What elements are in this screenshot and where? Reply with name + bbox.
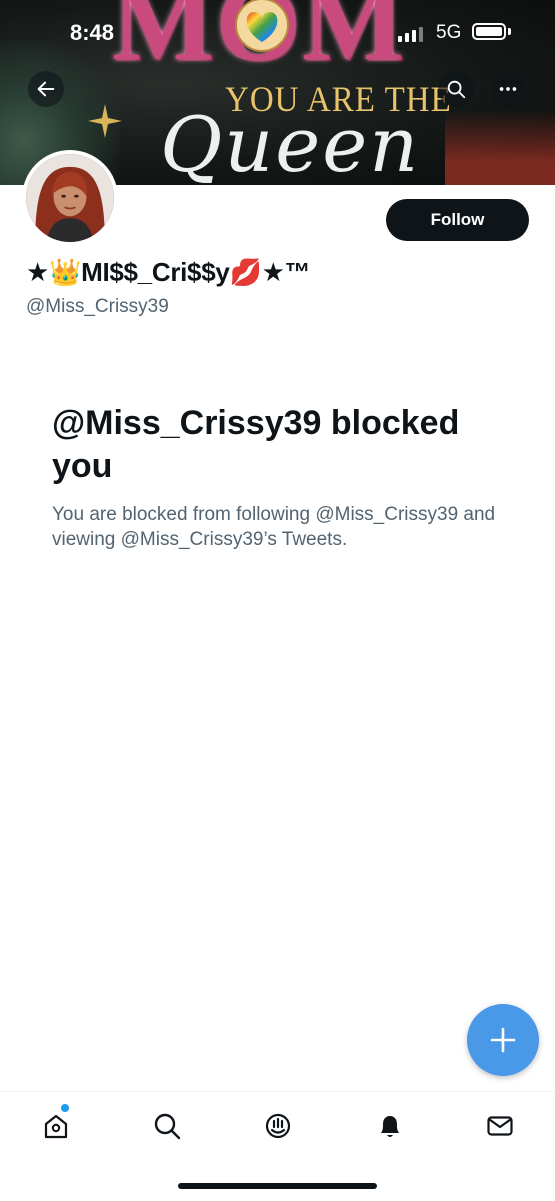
arrow-left-icon: [37, 81, 55, 97]
home-indicator[interactable]: [178, 1183, 377, 1189]
plus-icon: [490, 1027, 516, 1053]
search-icon: [154, 1113, 181, 1140]
more-icon: [499, 87, 517, 91]
battery-icon: [472, 23, 506, 40]
tab-notifications[interactable]: [370, 1106, 410, 1146]
notifications-icon: [381, 1116, 399, 1137]
tab-messages[interactable]: [480, 1106, 520, 1146]
home-icon: [44, 1114, 68, 1139]
search-icon: [447, 80, 466, 99]
avatar[interactable]: [22, 150, 118, 246]
compose-button[interactable]: [467, 1004, 539, 1076]
banner-queen-text: Queen: [160, 100, 421, 185]
display-name: ★👑MI$$_Cri$$y💋★™: [26, 257, 311, 287]
spaces-icon: [265, 1113, 291, 1139]
search-button[interactable]: [438, 71, 474, 107]
status-bar: 8:48 5G: [0, 0, 555, 66]
messages-icon: [487, 1116, 513, 1136]
follow-button[interactable]: Follow: [386, 199, 529, 241]
tab-spaces[interactable]: [258, 1106, 298, 1146]
blocked-message: You are blocked from following @Miss_Cri…: [52, 504, 496, 550]
tab-home[interactable]: [36, 1106, 76, 1146]
more-button[interactable]: [490, 71, 526, 107]
home-notification-dot: [61, 1104, 69, 1112]
back-button[interactable]: [28, 71, 64, 107]
tab-search[interactable]: [147, 1106, 187, 1146]
battery-tip: [508, 28, 511, 35]
blocked-title: @Miss_Crissy39 blocked you: [52, 404, 460, 485]
sparkle-star-icon: [88, 104, 122, 138]
user-handle: @Miss_Crissy39: [26, 296, 169, 317]
network-type: 5G: [436, 22, 462, 43]
banner-red-fabric: [445, 110, 555, 185]
signal-icon: [398, 26, 423, 42]
status-time: 8:48: [70, 20, 115, 45]
avatar-photo: [26, 154, 114, 242]
